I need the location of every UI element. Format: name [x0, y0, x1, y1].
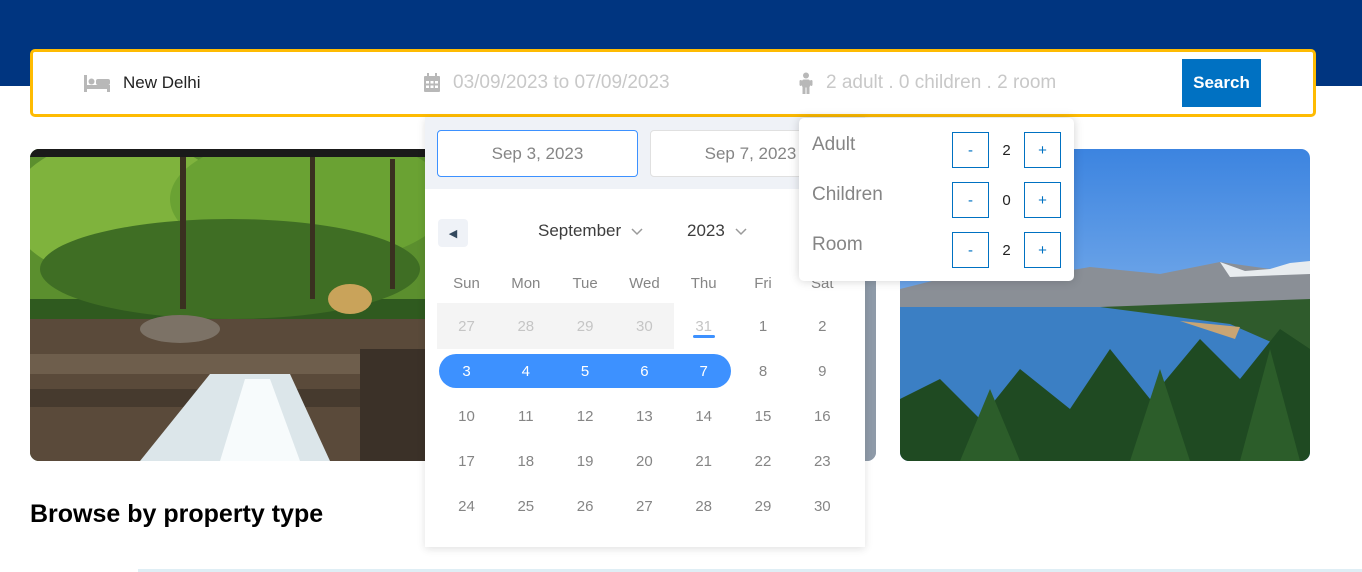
calendar-day[interactable]: 17 — [437, 443, 496, 479]
calendar-day[interactable]: 23 — [793, 443, 852, 479]
chevron-down-icon — [735, 221, 747, 241]
calendar-day[interactable]: 12 — [556, 398, 615, 434]
date-range-text[interactable]: 03/09/2023 to 07/09/2023 — [453, 72, 670, 94]
date-range-field[interactable]: 03/09/2023 to 07/09/2023 — [423, 52, 670, 114]
calendar-day[interactable]: 25 — [496, 488, 555, 524]
option-row-room: Room - 2 + — [812, 231, 1062, 269]
calendar-day[interactable]: 8 — [734, 353, 793, 389]
option-row-adult: Adult - 2 + — [812, 131, 1062, 169]
weekday-header: Wed — [629, 275, 660, 292]
chevron-down-icon — [631, 221, 643, 241]
calendar-day[interactable]: 14 — [674, 398, 733, 434]
bed-icon — [83, 73, 111, 93]
calendar-day[interactable]: 13 — [615, 398, 674, 434]
room-increment-button[interactable]: + — [1024, 232, 1061, 268]
calendar-day[interactable]: 3 — [437, 353, 496, 389]
calendar-day[interactable]: 29 — [556, 308, 615, 344]
year-select[interactable]: 2023 — [687, 221, 747, 241]
calendar-day[interactable]: 29 — [734, 488, 793, 524]
forest-waterfall-image[interactable] — [30, 149, 440, 461]
calendar-icon — [423, 73, 441, 93]
calendar-day[interactable]: 6 — [615, 353, 674, 389]
weekday-header: Sun — [453, 275, 480, 292]
calendar-day[interactable]: 2 — [793, 308, 852, 344]
weekday-header: Thu — [690, 275, 717, 292]
prev-month-button[interactable]: ◀ — [438, 219, 468, 247]
room-decrement-button[interactable]: - — [952, 232, 989, 268]
start-date-box[interactable]: Sep 3, 2023 — [437, 130, 638, 177]
weekday-header: Mon — [511, 275, 541, 292]
calendar-day[interactable]: 19 — [556, 443, 615, 479]
calendar-day[interactable]: 15 — [734, 398, 793, 434]
children-increment-button[interactable]: + — [1024, 182, 1061, 218]
calendar-day[interactable]: 27 — [437, 308, 496, 344]
guest-options-popup: Adult - 2 + Children - 0 + Room - 2 + — [799, 118, 1074, 281]
calendar-day[interactable]: 22 — [734, 443, 793, 479]
year-label: 2023 — [687, 221, 725, 240]
guests-field[interactable]: 2 adult . 0 children . 2 room — [798, 52, 1056, 114]
calendar-day[interactable]: 5 — [556, 353, 615, 389]
guests-text[interactable]: 2 adult . 0 children . 2 room — [826, 72, 1056, 94]
calendar-day[interactable]: 21 — [674, 443, 733, 479]
calendar-day[interactable]: 30 — [615, 308, 674, 344]
calendar-day[interactable]: 1 — [734, 308, 793, 344]
calendar-day[interactable]: 20 — [615, 443, 674, 479]
calendar-day[interactable]: 28 — [496, 308, 555, 344]
calendar-day[interactable]: 31 — [674, 308, 733, 344]
calendar-day[interactable]: 24 — [437, 488, 496, 524]
children-decrement-button[interactable]: - — [952, 182, 989, 218]
children-label: Children — [812, 184, 883, 205]
search-button[interactable]: Search — [1182, 59, 1261, 107]
adult-count: 2 — [1002, 141, 1011, 159]
person-icon — [798, 72, 814, 94]
month-label: September — [538, 221, 622, 240]
calendar-day[interactable]: 16 — [793, 398, 852, 434]
calendar-day[interactable]: 30 — [793, 488, 852, 524]
calendar-day[interactable]: 7 — [674, 353, 733, 389]
calendar-day[interactable]: 11 — [496, 398, 555, 434]
calendar-day[interactable]: 9 — [793, 353, 852, 389]
option-row-children: Children - 0 + — [812, 181, 1062, 219]
weekday-header: Tue — [572, 275, 598, 292]
section-title: Browse by property type — [30, 500, 324, 528]
destination-field[interactable]: New Delhi — [83, 52, 200, 114]
adult-decrement-button[interactable]: - — [952, 132, 989, 168]
weekday-header: Fri — [754, 275, 772, 292]
calendar-day[interactable]: 26 — [556, 488, 615, 524]
adult-label: Adult — [812, 134, 856, 155]
caret-left-icon: ◀ — [448, 227, 458, 240]
search-bar: New Delhi 03/09/2023 to 07/09/2023 2 adu… — [30, 49, 1316, 117]
destination-input[interactable]: New Delhi — [123, 73, 200, 93]
room-label: Room — [812, 234, 863, 255]
calendar-day[interactable]: 10 — [437, 398, 496, 434]
children-count: 0 — [1002, 191, 1011, 209]
calendar-day[interactable]: 27 — [615, 488, 674, 524]
calendar-day[interactable]: 28 — [674, 488, 733, 524]
room-count: 2 — [1002, 241, 1011, 259]
calendar-day[interactable]: 18 — [496, 443, 555, 479]
calendar-day[interactable]: 4 — [496, 353, 555, 389]
month-select[interactable]: September — [538, 221, 643, 241]
adult-increment-button[interactable]: + — [1024, 132, 1061, 168]
